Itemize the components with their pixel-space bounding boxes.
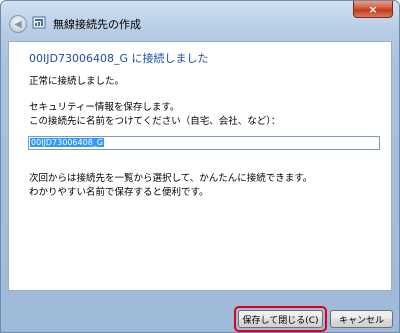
success-message: 正常に接続しました。: [29, 76, 125, 87]
connection-heading: 00IJD73006408_G に接続しました: [29, 52, 209, 65]
content-panel: 00IJD73006408_G に接続しました 正常に接続しました。 セキュリテ…: [8, 41, 392, 291]
next-time-text: 次回からは接続先を一覧から選択して、かんたんに接続できます。: [29, 173, 313, 184]
selected-name-text: 00IJD73006408_G: [30, 138, 104, 147]
close-icon: ×: [368, 2, 378, 16]
save-and-close-button[interactable]: 保存して閉じる(C): [238, 310, 323, 328]
name-prompt-text: この接続先に名前をつけてください（自宅、会社、など）：: [29, 116, 281, 127]
tip-text: わかりやすい名前で保存すると便利です。: [29, 187, 209, 198]
window-title: 無線接続先の作成: [53, 18, 141, 31]
title-bar: ◀ 無線接続先の作成 ×: [1, 1, 399, 41]
wizard-window: ◀ 無線接続先の作成 × 00IJD73006408_G に接続しました 正常に…: [0, 0, 400, 333]
back-arrow-icon[interactable]: ◀: [9, 15, 27, 33]
network-wizard-icon: [32, 16, 46, 29]
connection-name-input[interactable]: 00IJD73006408_G: [28, 136, 380, 150]
close-button[interactable]: ×: [353, 1, 393, 18]
save-info-text: セキュリティー情報を保存します。: [29, 102, 180, 113]
cancel-button[interactable]: キャンセル: [330, 310, 393, 328]
